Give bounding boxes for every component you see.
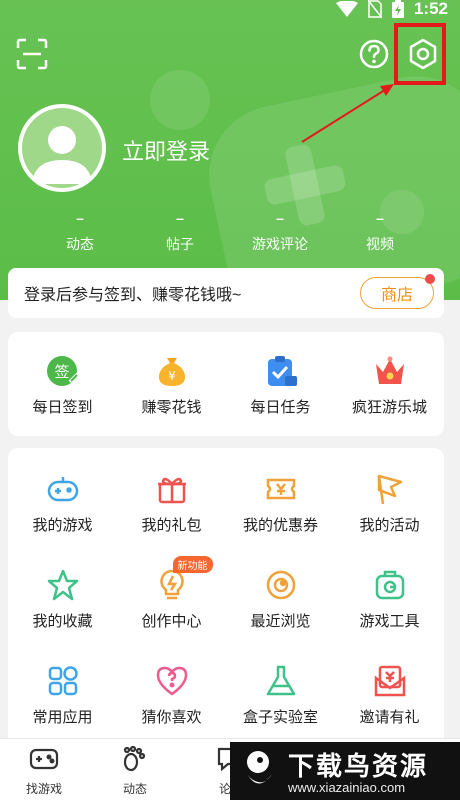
- gamepad-icon: [29, 748, 59, 770]
- money-bag-icon: ¥: [155, 354, 189, 388]
- menu-label: 我的礼包: [141, 517, 202, 534]
- stat-dynamics[interactable]: – 动态: [30, 210, 130, 254]
- flask-icon: [264, 664, 298, 698]
- tab-label: 动态: [122, 782, 147, 796]
- menu-my-games[interactable]: 我的游戏: [8, 448, 117, 544]
- stat-value: –: [276, 210, 284, 226]
- menu-label: 我的活动: [359, 517, 420, 534]
- menu-label: 我的收藏: [32, 613, 93, 630]
- menu-my-gifts[interactable]: 我的礼包: [117, 448, 226, 544]
- tab-find-games[interactable]: 找游戏: [9, 745, 79, 797]
- menu-label: 游戏工具: [359, 613, 420, 630]
- menu-guess-you-like[interactable]: 猜你喜欢: [117, 640, 226, 736]
- sign-in-prompt: 登录后参与签到、赚零花钱哦~: [24, 287, 242, 304]
- bird-logo-icon: [246, 751, 272, 784]
- footprint-icon: [123, 745, 146, 772]
- login-link[interactable]: 立即登录: [122, 134, 210, 166]
- menu-label: 最近浏览: [250, 613, 311, 630]
- shop-button[interactable]: 商店: [360, 274, 435, 309]
- menu-my-activities[interactable]: 我的活动: [335, 448, 444, 544]
- stat-label: 帖子: [166, 236, 194, 252]
- menu-common-apps[interactable]: 常用应用: [8, 640, 117, 736]
- toolbox-icon: [373, 568, 407, 602]
- menu-box-lab[interactable]: 盒子实验室: [226, 640, 335, 736]
- stats-row: – 动态 – 帖子 – 游戏评论 – 视频: [30, 210, 430, 254]
- stat-game-reviews[interactable]: – 游戏评论: [230, 210, 330, 254]
- menu-game-tools[interactable]: 游戏工具: [335, 544, 444, 640]
- invite-icon: [373, 664, 407, 698]
- watermark-title: 下载鸟资源: [288, 751, 429, 781]
- menu-label: 创作中心: [141, 613, 202, 630]
- stat-label: 视频: [366, 236, 394, 252]
- sign-in-banner[interactable]: 登录后参与签到、赚零花钱哦~ 商店: [8, 268, 444, 318]
- quick-action-label: 赚零花钱: [141, 399, 202, 416]
- avatar[interactable]: [18, 104, 106, 192]
- quick-action-label: 每日签到: [32, 399, 93, 416]
- shop-label: 商店: [380, 287, 413, 304]
- gamepad-icon: [46, 472, 80, 506]
- quick-action-daily-sign-in[interactable]: 签 每日签到: [8, 332, 117, 436]
- notification-dot: [425, 274, 435, 284]
- stat-value: –: [376, 210, 384, 226]
- tab-label: 找游戏: [25, 782, 62, 796]
- menu-label: 邀请有礼: [359, 709, 420, 726]
- quick-action-crazy-playland[interactable]: 疯狂游乐城: [335, 332, 444, 436]
- sign-in-glyph: 签: [54, 363, 69, 381]
- bulb-icon: 新功能: [155, 556, 213, 602]
- menu-creator-center[interactable]: 新功能 创作中心: [117, 544, 226, 640]
- quick-action-daily-task[interactable]: 每日任务: [226, 332, 335, 436]
- menu-recently-viewed[interactable]: 最近浏览: [226, 544, 335, 640]
- stat-videos[interactable]: – 视频: [330, 210, 430, 254]
- stat-value: –: [176, 210, 184, 226]
- stat-value: –: [76, 210, 84, 226]
- money-glyph: ¥: [168, 369, 176, 383]
- watermark-overlay: 下载鸟资源 www.xiazainiao.com: [230, 742, 460, 800]
- menu-my-favorites[interactable]: 我的收藏: [8, 544, 117, 640]
- crown-icon: [373, 354, 407, 388]
- menu-label: 我的游戏: [32, 517, 93, 534]
- menu-label: 常用应用: [32, 709, 93, 726]
- quick-actions-card: 签 每日签到 ¥ 赚零花钱 每日任务 疯狂游乐城: [8, 332, 444, 436]
- heart-question-icon: [155, 664, 189, 698]
- gift-icon: [155, 472, 189, 506]
- coupon-icon: [264, 472, 298, 506]
- watermark-url: www.xiazainiao.com: [288, 780, 406, 795]
- quick-action-earn-money[interactable]: ¥ 赚零花钱: [117, 332, 226, 436]
- menu-my-coupons[interactable]: 我的优惠券: [226, 448, 335, 544]
- quick-action-label: 疯狂游乐城: [351, 399, 427, 416]
- menu-label: 我的优惠券: [242, 517, 318, 534]
- task-icon: [264, 354, 298, 388]
- tab-dynamics[interactable]: 动态: [100, 745, 170, 797]
- eye-icon: [264, 568, 298, 602]
- user-silhouette-icon: [32, 126, 92, 184]
- menu-label: 猜你喜欢: [141, 709, 202, 726]
- new-feature-badge: 新功能: [172, 556, 213, 573]
- menu-label: 盒子实验室: [242, 709, 318, 726]
- stat-label: 游戏评论: [252, 236, 308, 252]
- menu-card: 我的游戏 我的礼包 我的优惠券 我的活动 我的收藏 新功能 创作中心 最近浏览 …: [8, 448, 444, 748]
- quick-action-label: 每日任务: [250, 399, 311, 416]
- flag-icon: [373, 472, 407, 506]
- sign-in-icon: 签: [46, 354, 80, 388]
- stat-label: 动态: [66, 236, 94, 252]
- menu-invite-rewards[interactable]: 邀请有礼: [335, 640, 444, 736]
- star-icon: [46, 568, 80, 602]
- stat-posts[interactable]: – 帖子: [130, 210, 230, 254]
- apps-icon: [46, 664, 80, 698]
